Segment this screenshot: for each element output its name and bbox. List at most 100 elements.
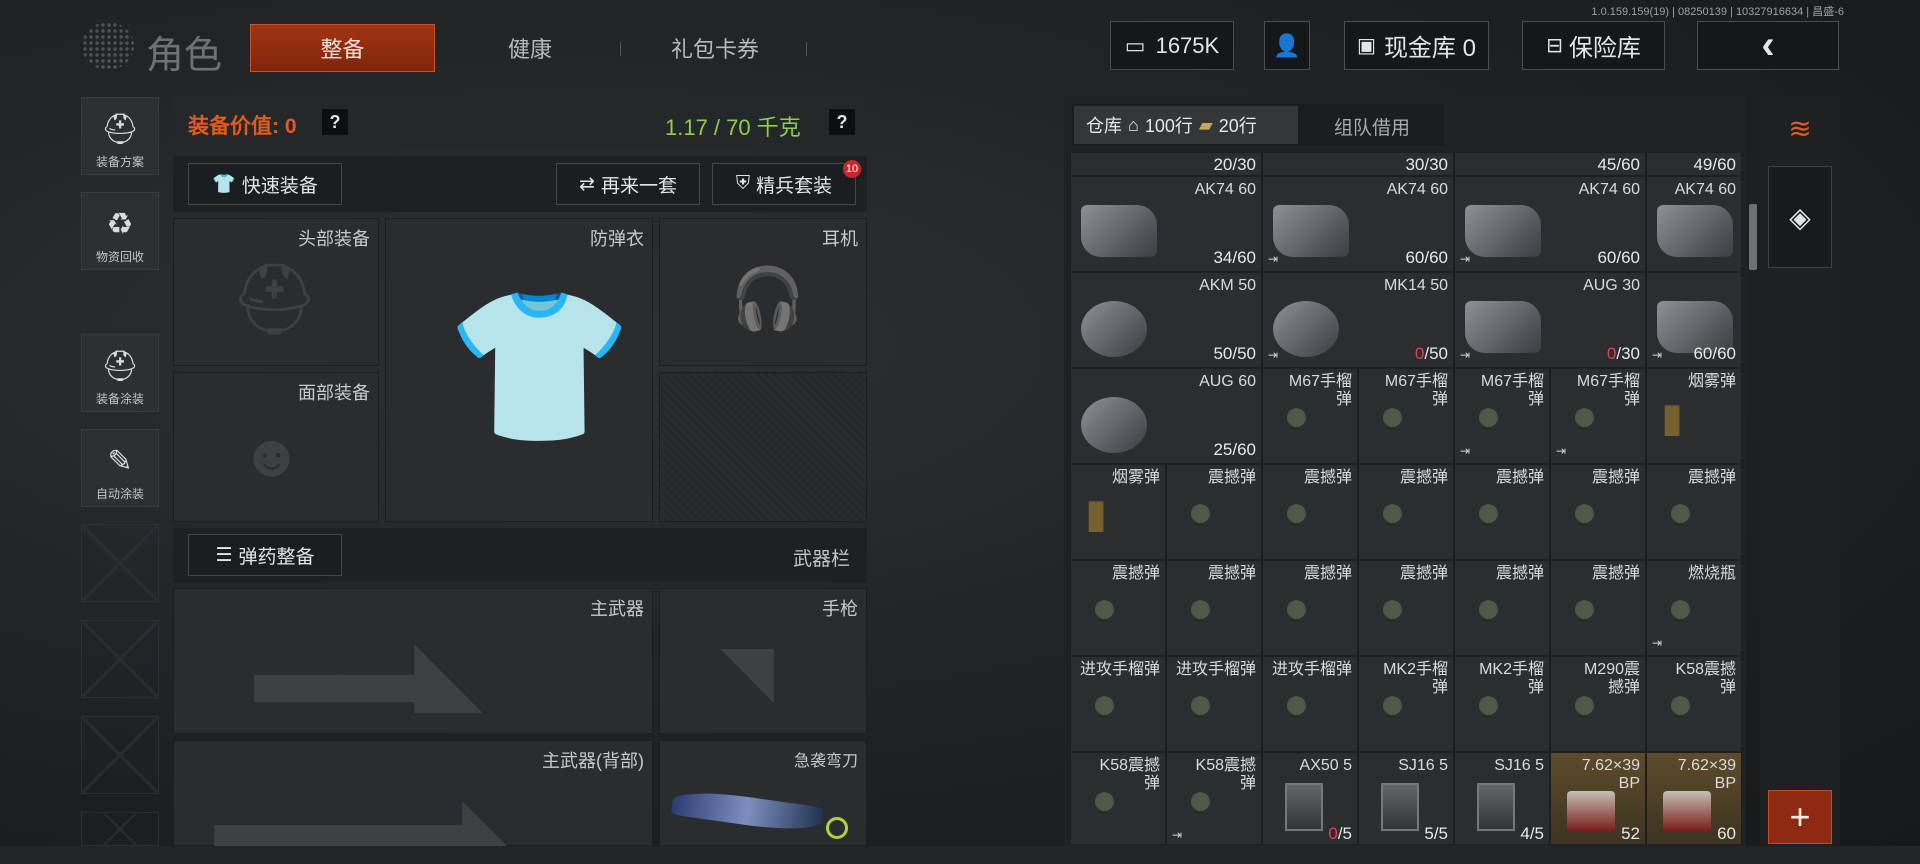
inventory-item[interactable]: ● 震撼弹 <box>1358 560 1454 656</box>
quick-equip-button[interactable]: 👕 快速装备 <box>188 163 342 205</box>
tab-gift-coupons[interactable]: 礼包卡券 <box>620 24 810 72</box>
inventory-item[interactable]: ● 震撼弹 <box>1358 464 1454 560</box>
inventory-item[interactable]: ● 震撼弹 <box>1454 560 1550 656</box>
help-icon[interactable]: ? <box>322 109 348 135</box>
merchant-button[interactable]: 👤 <box>1264 21 1310 70</box>
item-count: 60/60 <box>1693 344 1736 363</box>
item-count: 20/30 <box>1213 155 1256 174</box>
empty-sidebar-slot <box>81 620 159 698</box>
stack-refresh-icon[interactable]: ≋ <box>1768 96 1832 160</box>
inventory-item[interactable]: ● 进攻手榴弹 <box>1262 656 1358 752</box>
inventory-item[interactable]: 30/30 <box>1262 152 1454 176</box>
sidebar-auto-paint[interactable]: ✎ 自动涂装 <box>81 429 159 507</box>
inventory-item[interactable]: AUG 60 25/60 <box>1070 368 1262 464</box>
help-icon[interactable]: ? <box>829 109 855 135</box>
inventory-item[interactable]: ● 进攻手榴弹 <box>1166 656 1262 752</box>
layers-icon[interactable]: ◈ <box>1768 166 1832 268</box>
tab-health[interactable]: 健康 <box>440 24 620 72</box>
slot-label: 主武器 <box>590 599 644 619</box>
inventory-grid: 20/30 30/30 45/60 49/60 AK74 60 34/60 AK74 60 6… <box>1070 152 1742 844</box>
slot-melee[interactable]: 急袭弯刀 <box>659 740 867 846</box>
sidebar-paint[interactable]: ⛑ 装备涂装 <box>81 334 159 412</box>
inventory-item[interactable]: AKM 50 50/50 <box>1070 272 1262 368</box>
grenade-icon: ● <box>1283 487 1310 536</box>
inventory-item[interactable]: 20/30 <box>1070 152 1262 176</box>
inventory-item[interactable]: ● 进攻手榴弹 <box>1070 656 1166 752</box>
cash-vault-button[interactable]: ▣ 现金库 0 <box>1344 21 1489 70</box>
inventory-item[interactable]: 49/60 <box>1646 152 1742 176</box>
slot-earphone[interactable]: 耳机 🎧 <box>659 218 867 366</box>
money-button[interactable]: ▭ 1675K <box>1110 21 1234 70</box>
grenade-icon: ● <box>1187 679 1214 728</box>
inventory-item[interactable]: 60/60 ⇥ <box>1646 272 1742 368</box>
inventory-item[interactable]: AK74 60 34/60 <box>1070 176 1262 272</box>
inventory-item[interactable]: MK14 50 0/50 ⇥ <box>1262 272 1454 368</box>
again-button[interactable]: ⇄ 再来一套 <box>556 163 700 205</box>
inventory-item[interactable]: ▮ 烟雾弹 <box>1070 464 1166 560</box>
inventory-item[interactable]: AX50 5 0/5 <box>1262 752 1358 844</box>
inventory-item[interactable]: AK74 60 60/60 ⇥ <box>1262 176 1454 272</box>
inventory-item[interactable]: ● K58震撼弹 <box>1070 752 1166 844</box>
inventory-item[interactable]: ● 震撼弹 <box>1262 560 1358 656</box>
inventory-item[interactable]: ● 震撼弹 <box>1550 464 1646 560</box>
inventory-item[interactable]: SJ16 5 4/5 <box>1454 752 1550 844</box>
inventory-item[interactable]: AK74 60 <box>1646 176 1742 272</box>
tab-warehouse[interactable]: 仓库 ⌂ 100行 ▰ 20行 <box>1074 106 1298 144</box>
slot-face[interactable]: 面部装备 ☻ <box>173 372 379 522</box>
inventory-scrollbar[interactable] <box>1749 204 1757 270</box>
grenade-icon: ● <box>1379 487 1406 536</box>
safe-button[interactable]: ⊟ 保险库 <box>1522 21 1665 70</box>
slot-primary-back[interactable]: 主武器(背部) ▬▬▬▬◣ <box>173 740 653 861</box>
transfer-icon: ⇥ <box>1172 828 1183 842</box>
inventory-item[interactable]: ● MK2手榴弹 <box>1454 656 1550 752</box>
inventory-item[interactable]: ● 震撼弹 <box>1166 464 1262 560</box>
elite-set-button[interactable]: ⛨ 精兵套装 <box>712 163 856 205</box>
item-name: 进攻手榴弹 <box>1175 661 1256 678</box>
inventory-item[interactable]: ● 燃烧瓶 ⇥ <box>1646 560 1742 656</box>
sidebar-loadout-plans[interactable]: ⛑ 装备方案 <box>81 97 159 175</box>
inventory-item[interactable]: ● 震撼弹 <box>1070 560 1166 656</box>
slot-armor[interactable]: 防弹衣 👕 <box>385 218 653 522</box>
inventory-item[interactable]: ● K58震撼弹 ⇥ <box>1166 752 1262 844</box>
inventory-item[interactable]: ● M67手榴弹 <box>1358 368 1454 464</box>
tab-separator <box>806 42 807 56</box>
back-button[interactable]: ‹ <box>1697 21 1839 70</box>
ticket-icon: ▰ <box>1198 114 1213 135</box>
inventory-item[interactable]: AUG 30 0/30 ⇥ <box>1454 272 1646 368</box>
inventory-item[interactable]: 7.62×39 BP 60 <box>1646 752 1742 844</box>
safe-label: 保险库 <box>1568 35 1641 62</box>
inventory-item[interactable]: ● M67手榴弹 ⇥ <box>1454 368 1550 464</box>
item-count: 30/30 <box>1405 155 1448 174</box>
plus-icon[interactable]: + <box>1768 790 1832 844</box>
inventory-item[interactable]: ● 震撼弹 <box>1166 560 1262 656</box>
inventory-item[interactable]: 7.62×39 BP 52 <box>1550 752 1646 844</box>
inventory-item[interactable]: ● M290震撼弹 <box>1550 656 1646 752</box>
brush-gear-icon: ✎ <box>107 445 133 478</box>
inventory-item[interactable]: ● 震撼弹 <box>1550 560 1646 656</box>
inventory-item[interactable]: ▮ 烟雾弹 <box>1646 368 1742 464</box>
inventory-item[interactable]: AK74 60 60/60 ⇥ <box>1454 176 1646 272</box>
tab-gear[interactable]: 整备 <box>250 24 435 72</box>
slot-head[interactable]: 头部装备 ⛑ <box>173 218 379 366</box>
inventory-item[interactable]: SJ16 5 5/5 <box>1358 752 1454 844</box>
item-name: SJ16 5 <box>1494 757 1544 774</box>
inventory-item[interactable]: ● 震撼弹 <box>1262 464 1358 560</box>
tab-team-borrow[interactable]: 组队借用 <box>1334 113 1410 140</box>
sidebar-recycle[interactable]: ♻ 物资回收 <box>81 192 159 270</box>
item-name: AX50 5 <box>1299 757 1352 774</box>
inventory-item[interactable]: 45/60 <box>1454 152 1646 176</box>
ammo-prep-button[interactable]: ☰ 弹药整备 <box>188 534 342 576</box>
inventory-item[interactable]: ● M67手榴弹 <box>1262 368 1358 464</box>
slot-primary[interactable]: 主武器 ▬▬◣ <box>173 588 653 734</box>
item-name: 震撼弹 <box>1495 469 1544 486</box>
inventory-item[interactable]: ● K58震撼弹 <box>1646 656 1742 752</box>
item-count: 0/50 <box>1414 344 1448 363</box>
ammo-pack-icon <box>1663 791 1711 831</box>
slot-pistol[interactable]: 手枪 ◥ <box>659 588 867 734</box>
inventory-item[interactable]: ● 震撼弹 <box>1454 464 1550 560</box>
safe-icon: ⊟ <box>1546 35 1563 57</box>
inventory-item[interactable]: ● 震撼弹 <box>1646 464 1742 560</box>
item-count: 0/5 <box>1328 824 1352 843</box>
inventory-item[interactable]: ● MK2手榴弹 <box>1358 656 1454 752</box>
inventory-item[interactable]: ● M67手榴弹 ⇥ <box>1550 368 1646 464</box>
